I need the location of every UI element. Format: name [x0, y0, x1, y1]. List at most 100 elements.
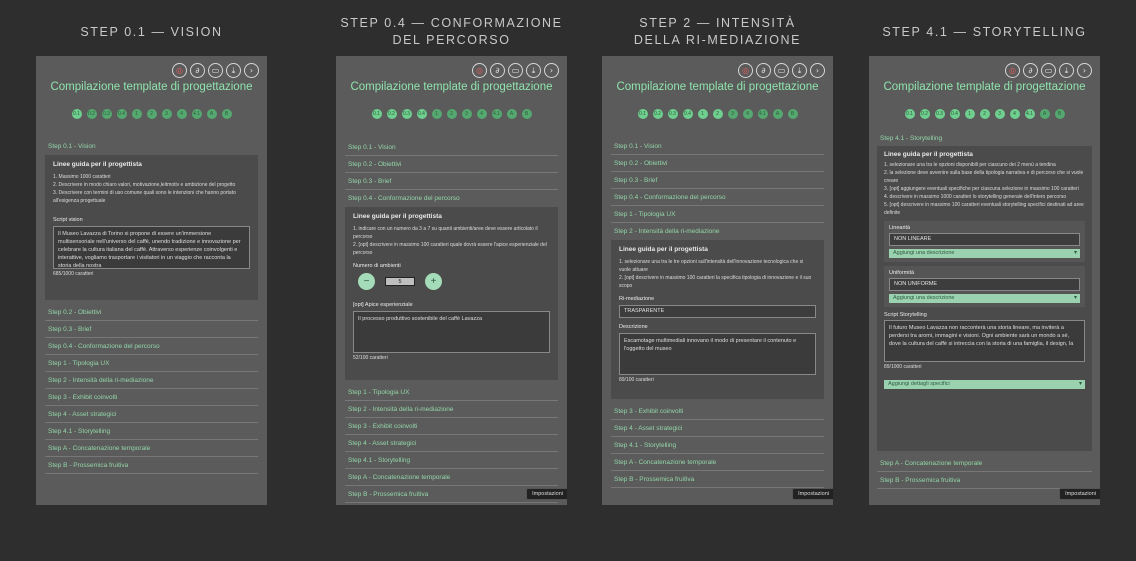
settings-button[interactable]: Impostazioni: [1059, 488, 1100, 500]
folder-icon[interactable]: ▭: [1041, 63, 1056, 78]
accordion-item-open[interactable]: Step 0.4 - Conformazione del percorso: [345, 190, 558, 207]
step-dot[interactable]: 2: [146, 109, 157, 119]
step-dot[interactable]: 4: [476, 109, 487, 119]
target-icon[interactable]: ◎: [472, 63, 487, 78]
step-dot[interactable]: 0.4: [949, 109, 960, 119]
step-dot[interactable]: 3: [727, 109, 738, 119]
accordion-item[interactable]: Step 0.2 - Obiettivi: [611, 155, 824, 172]
accordion-item-open[interactable]: Step 4.1 - Storytelling: [877, 131, 1092, 146]
step-dot[interactable]: 0.2: [652, 109, 663, 119]
folder-icon[interactable]: ▭: [774, 63, 789, 78]
accordion-item[interactable]: Step 0.1 - Vision: [345, 139, 558, 156]
target-icon[interactable]: ◎: [172, 63, 187, 78]
step-dot[interactable]: 2: [446, 109, 457, 119]
add-description-dropdown[interactable]: Aggiungi una descrizione: [889, 294, 1080, 303]
step-dot[interactable]: 0.3: [401, 109, 412, 119]
step-dot[interactable]: 0.1: [371, 109, 382, 119]
step-dot[interactable]: B: [1054, 109, 1065, 119]
accordion-item[interactable]: Step 0.4 - Conformazione del percorso: [45, 338, 258, 355]
step-dot[interactable]: 0.3: [934, 109, 945, 119]
step-dot[interactable]: 2: [979, 109, 990, 119]
download-icon[interactable]: ⤓: [792, 63, 807, 78]
step-dot[interactable]: 4.1: [191, 109, 202, 119]
add-description-dropdown[interactable]: Aggiungi una descrizione: [889, 249, 1080, 258]
accordion-item[interactable]: Step 2 - Intensità della ri-mediazione: [45, 372, 258, 389]
step-dot[interactable]: 1: [697, 109, 708, 119]
step-dot[interactable]: 0.2: [86, 109, 97, 119]
accordion-item[interactable]: Step A - Concatenazione temporale: [345, 469, 558, 486]
accordion-item[interactable]: Step 2 - Intensità della ri-mediazione: [345, 401, 558, 418]
accordion-item[interactable]: Step 4.1 - Storytelling: [611, 437, 824, 454]
accordion-item[interactable]: Step B - Prossemica fruitiva: [45, 457, 258, 474]
accordion-item[interactable]: Step 4.1 - Storytelling: [45, 423, 258, 440]
step-dot[interactable]: 0.1: [904, 109, 915, 119]
download-icon[interactable]: ⤓: [226, 63, 241, 78]
accordion-item-open[interactable]: Step 0.1 - Vision: [45, 138, 258, 155]
accordion-item[interactable]: Step 4 - Asset strategici: [611, 420, 824, 437]
step-dot[interactable]: 0.1: [637, 109, 648, 119]
step-dot[interactable]: A: [772, 109, 783, 119]
settings-button[interactable]: Impostazioni: [526, 488, 567, 500]
step-dot[interactable]: 0.4: [416, 109, 427, 119]
add-details-dropdown[interactable]: Aggiungi dettagli specifici: [884, 380, 1085, 389]
accordion-item[interactable]: Step 0.1 - Vision: [611, 138, 824, 155]
accordion-item[interactable]: Step 3 - Exhibit coinvolti: [345, 418, 558, 435]
rimediazione-select[interactable]: TRASPARENTE: [619, 305, 816, 318]
step-dot[interactable]: B: [521, 109, 532, 119]
accordion-item[interactable]: Step 3 - Exhibit coinvolti: [611, 403, 824, 420]
download-icon[interactable]: ⤓: [526, 63, 541, 78]
step-dot[interactable]: 4.1: [1024, 109, 1035, 119]
target-icon[interactable]: ◎: [1005, 63, 1020, 78]
settings-button[interactable]: Impostazioni: [792, 488, 833, 500]
step-dot[interactable]: 4: [1009, 109, 1020, 119]
link-icon[interactable]: ∂: [490, 63, 505, 78]
accordion-item[interactable]: Step 0.2 - Obiettivi: [345, 156, 558, 173]
storytelling-textarea[interactable]: Il futuro Museo Lavazza non racconterà u…: [884, 320, 1085, 362]
uniformita-select[interactable]: NON UNIFORME: [889, 278, 1080, 291]
link-icon[interactable]: ∂: [1023, 63, 1038, 78]
step-dot[interactable]: 1: [131, 109, 142, 119]
step-dot[interactable]: 1: [964, 109, 975, 119]
step-dot[interactable]: 4.1: [757, 109, 768, 119]
accordion-item[interactable]: Step 3 - Exhibit coinvolti: [45, 389, 258, 406]
accordion-item[interactable]: Step 1 - Tipologia UX: [611, 206, 824, 223]
step-dot[interactable]: 0.3: [101, 109, 112, 119]
accordion-item[interactable]: Step A - Concatenazione temporale: [45, 440, 258, 457]
accordion-item[interactable]: Step 4 - Asset strategici: [345, 435, 558, 452]
step-dot[interactable]: 0.2: [386, 109, 397, 119]
decrement-button[interactable]: −: [358, 273, 375, 290]
accordion-item[interactable]: Step 0.3 - Brief: [345, 173, 558, 190]
step-dot[interactable]: 3: [461, 109, 472, 119]
target-icon[interactable]: ◎: [738, 63, 753, 78]
step-dot[interactable]: 1: [431, 109, 442, 119]
folder-icon[interactable]: ▭: [508, 63, 523, 78]
accordion-item[interactable]: Step 0.3 - Brief: [611, 172, 824, 189]
step-dot[interactable]: 4: [176, 109, 187, 119]
step-dot[interactable]: A: [206, 109, 217, 119]
link-icon[interactable]: ∂: [190, 63, 205, 78]
step-dot[interactable]: A: [506, 109, 517, 119]
accordion-item[interactable]: Step A - Concatenazione temporale: [611, 454, 824, 471]
step-dot[interactable]: B: [221, 109, 232, 119]
download-icon[interactable]: ⤓: [1059, 63, 1074, 78]
step-dot[interactable]: 3: [994, 109, 1005, 119]
linearita-select[interactable]: NON LINEARE: [889, 233, 1080, 246]
step-dot[interactable]: 4.1: [491, 109, 502, 119]
accordion-item[interactable]: Step A - Concatenazione temporale: [877, 455, 1092, 472]
step-dot[interactable]: 4: [742, 109, 753, 119]
next-icon[interactable]: ›: [810, 63, 825, 78]
step-dot[interactable]: 0.4: [682, 109, 693, 119]
link-icon[interactable]: ∂: [756, 63, 771, 78]
accordion-item[interactable]: Step 0.4 - Conformazione del percorso: [611, 189, 824, 206]
step-dot[interactable]: 3: [161, 109, 172, 119]
step-dot[interactable]: 0.4: [116, 109, 127, 119]
step-dot[interactable]: 0.2: [919, 109, 930, 119]
next-icon[interactable]: ›: [544, 63, 559, 78]
descrizione-textarea[interactable]: Escamotage multimediali innovano il modo…: [619, 333, 816, 375]
apice-textarea[interactable]: Il processo produttivo sostenibile del c…: [353, 311, 550, 353]
step-dot[interactable]: 0.1: [71, 109, 82, 119]
accordion-item[interactable]: Step B - Prossemica fruitiva: [611, 471, 824, 488]
accordion-item[interactable]: Step 4 - Asset strategici: [45, 406, 258, 423]
accordion-item-open[interactable]: Step 2 - Intensità della ri-mediazione: [611, 223, 824, 240]
ambienti-input[interactable]: 5: [385, 277, 415, 286]
